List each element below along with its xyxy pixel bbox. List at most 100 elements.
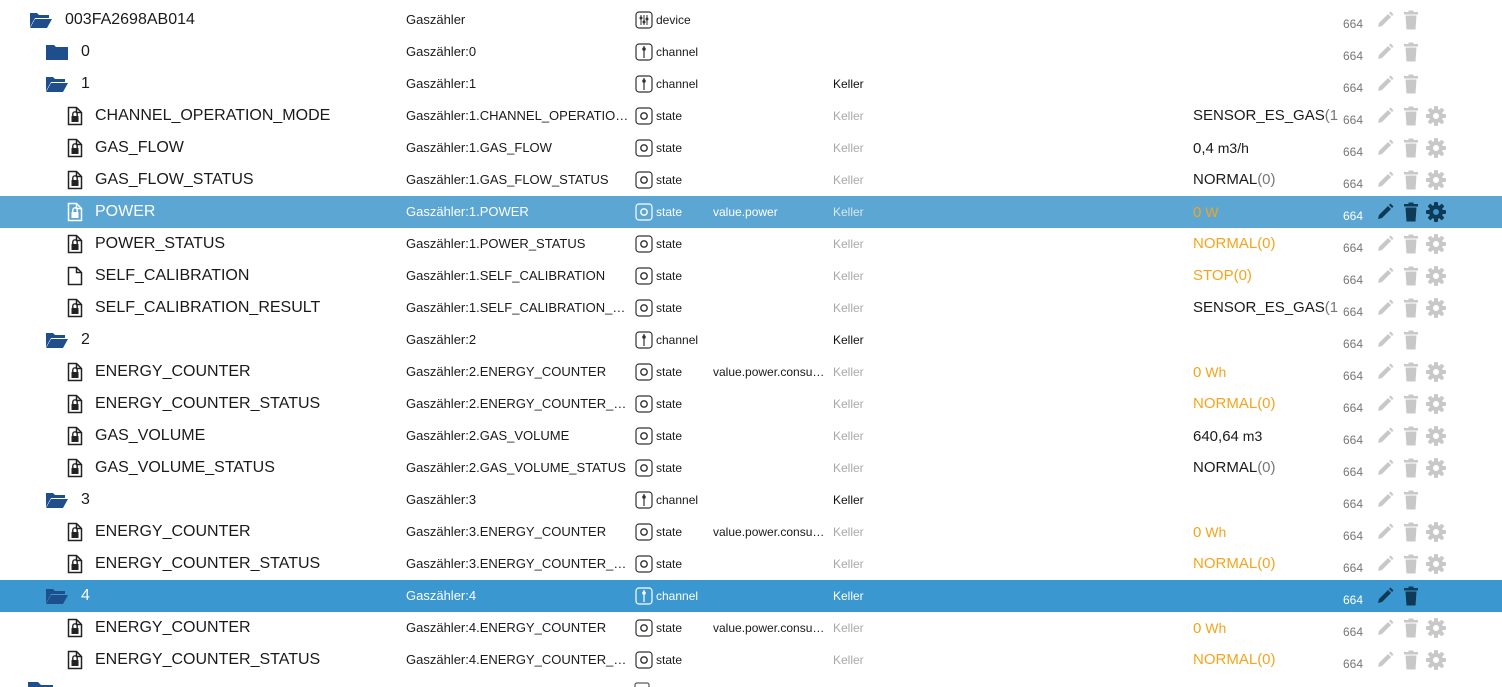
tree-row[interactable]: 4 Gaszähler:4 channel Keller 664 <box>0 580 1502 612</box>
tree-row[interactable]: ENERGY_COUNTER_STATUS Gaszähler:4.ENERGY_… <box>0 644 1502 676</box>
object-value[interactable]: 0 W <box>1193 196 1338 228</box>
edit-icon[interactable] <box>1374 516 1396 548</box>
gear-icon[interactable] <box>1425 100 1447 132</box>
tree-row[interactable]: POWER_STATUS Gaszähler:1.POWER_STATUS sta… <box>0 228 1502 260</box>
gear-icon[interactable] <box>1425 452 1447 484</box>
edit-icon[interactable] <box>1374 132 1396 164</box>
gear-icon[interactable] <box>1425 420 1447 452</box>
tree-row[interactable]: 1 Gaszähler:1 channel Keller 664 <box>0 68 1502 100</box>
edit-icon[interactable] <box>1374 228 1396 260</box>
object-name[interactable]: 003FA2698AB014 <box>65 4 195 36</box>
object-name[interactable]: 0 <box>81 36 90 68</box>
object-name[interactable]: ENERGY_COUNTER_STATUS <box>95 388 320 420</box>
delete-icon[interactable] <box>1400 132 1422 164</box>
object-value[interactable]: SENSOR_ES_GAS(1) <box>1193 292 1338 324</box>
object-name[interactable]: 4 <box>81 580 90 612</box>
delete-icon[interactable] <box>1400 228 1422 260</box>
object-value[interactable]: 0 Wh <box>1193 356 1338 388</box>
object-value[interactable]: SENSOR_ES_GAS(1) <box>1193 100 1338 132</box>
gear-icon[interactable] <box>1425 164 1447 196</box>
delete-icon[interactable] <box>1400 452 1422 484</box>
tree-row[interactable]: 2 Gaszähler:2 channel Keller 664 <box>0 324 1502 356</box>
object-name[interactable]: GAS_VOLUME_STATUS <box>95 452 275 484</box>
delete-icon[interactable] <box>1400 68 1422 100</box>
delete-icon[interactable] <box>1400 548 1422 580</box>
gear-icon[interactable] <box>1425 356 1447 388</box>
edit-icon[interactable] <box>1374 356 1396 388</box>
edit-icon[interactable] <box>1374 164 1396 196</box>
object-name[interactable]: 1 <box>81 68 90 100</box>
edit-icon[interactable] <box>1374 36 1396 68</box>
object-name[interactable]: ENERGY_COUNTER <box>95 516 251 548</box>
folder-open-icon[interactable] <box>44 580 70 612</box>
delete-icon[interactable] <box>1400 196 1422 228</box>
object-name[interactable]: 3 <box>81 484 90 516</box>
object-name[interactable]: GAS_FLOW_STATUS <box>95 164 254 196</box>
object-name[interactable]: ENERGY_COUNTER <box>95 612 251 644</box>
delete-icon[interactable] <box>1400 260 1422 292</box>
tree-row[interactable]: GAS_FLOW Gaszähler:1.GAS_FLOW state Keller… <box>0 132 1502 164</box>
delete-icon[interactable] <box>1400 580 1422 612</box>
edit-icon[interactable] <box>1374 388 1396 420</box>
object-value[interactable]: 0,4 m3/h <box>1193 132 1338 164</box>
edit-icon[interactable] <box>1374 452 1396 484</box>
edit-icon[interactable] <box>1374 612 1396 644</box>
object-value[interactable]: NORMAL(0) <box>1193 164 1338 196</box>
edit-icon[interactable] <box>1374 420 1396 452</box>
folder-open-icon[interactable] <box>28 4 54 36</box>
tree-row[interactable]: ENERGY_COUNTER_STATUS Gaszähler:2.ENERGY_… <box>0 388 1502 420</box>
object-value[interactable]: NORMAL(0) <box>1193 452 1338 484</box>
object-name[interactable]: POWER_STATUS <box>95 228 225 260</box>
delete-icon[interactable] <box>1400 4 1422 36</box>
delete-icon[interactable] <box>1400 516 1422 548</box>
object-name[interactable]: SELF_CALIBRATION <box>95 260 249 292</box>
tree-row[interactable]: ENERGY_COUNTER Gaszähler:3.ENERGY_COUNTER… <box>0 516 1502 548</box>
edit-icon[interactable] <box>1374 292 1396 324</box>
delete-icon[interactable] <box>1400 100 1422 132</box>
gear-icon[interactable] <box>1425 548 1447 580</box>
edit-icon[interactable] <box>1374 100 1396 132</box>
gear-icon[interactable] <box>1425 196 1447 228</box>
edit-icon[interactable] <box>1374 644 1396 676</box>
object-name[interactable]: 2 <box>81 324 90 356</box>
tree-row[interactable]: ENERGY_COUNTER Gaszähler:2.ENERGY_COUNTER… <box>0 356 1502 388</box>
object-name[interactable]: CHANNEL_OPERATION_MODE <box>95 100 330 132</box>
delete-icon[interactable] <box>1400 292 1422 324</box>
tree-row[interactable]: 0 Gaszähler:0 channel 664 <box>0 36 1502 68</box>
tree-row[interactable]: 003FA2698AB014 Gaszähler device 664 <box>0 4 1502 36</box>
object-name[interactable]: POWER <box>95 196 155 228</box>
object-value[interactable]: NORMAL(0) <box>1193 548 1338 580</box>
tree-row[interactable]: POWER Gaszähler:1.POWER state value.power K… <box>0 196 1502 228</box>
gear-icon[interactable] <box>1425 132 1447 164</box>
gear-icon[interactable] <box>1425 260 1447 292</box>
delete-icon[interactable] <box>1400 484 1422 516</box>
object-name[interactable]: ENERGY_COUNTER_STATUS <box>95 548 320 580</box>
gear-icon[interactable] <box>1425 228 1447 260</box>
delete-icon[interactable] <box>1400 164 1422 196</box>
gear-icon[interactable] <box>1425 644 1447 676</box>
tree-row[interactable]: ENERGY_COUNTER_STATUS Gaszähler:3.ENERGY_… <box>0 548 1502 580</box>
object-value[interactable]: NORMAL(0) <box>1193 228 1338 260</box>
object-name[interactable]: GAS_FLOW <box>95 132 184 164</box>
object-name[interactable]: GAS_VOLUME <box>95 420 205 452</box>
object-value[interactable]: STOP(0) <box>1193 260 1338 292</box>
object-value[interactable]: 640,64 m3 <box>1193 420 1338 452</box>
tree-row[interactable]: 3 Gaszähler:3 channel Keller 664 <box>0 484 1502 516</box>
folder-open-icon[interactable] <box>44 324 70 356</box>
delete-icon[interactable] <box>1400 324 1422 356</box>
delete-icon[interactable] <box>1400 420 1422 452</box>
edit-icon[interactable] <box>1374 580 1396 612</box>
object-name[interactable]: ENERGY_COUNTER_STATUS <box>95 644 320 676</box>
object-name[interactable]: SELF_CALIBRATION_RESULT <box>95 292 320 324</box>
delete-icon[interactable] <box>1400 36 1422 68</box>
edit-icon[interactable] <box>1374 196 1396 228</box>
edit-icon[interactable] <box>1374 484 1396 516</box>
object-value[interactable]: NORMAL(0) <box>1193 388 1338 420</box>
object-value[interactable]: 0 Wh <box>1193 516 1338 548</box>
tree-row[interactable]: GAS_FLOW_STATUS Gaszähler:1.GAS_FLOW_STAT… <box>0 164 1502 196</box>
delete-icon[interactable] <box>1400 356 1422 388</box>
folder-open-icon[interactable] <box>44 484 70 516</box>
edit-icon[interactable] <box>1374 324 1396 356</box>
edit-icon[interactable] <box>1374 548 1396 580</box>
object-value[interactable]: NORMAL(0) <box>1193 644 1338 676</box>
